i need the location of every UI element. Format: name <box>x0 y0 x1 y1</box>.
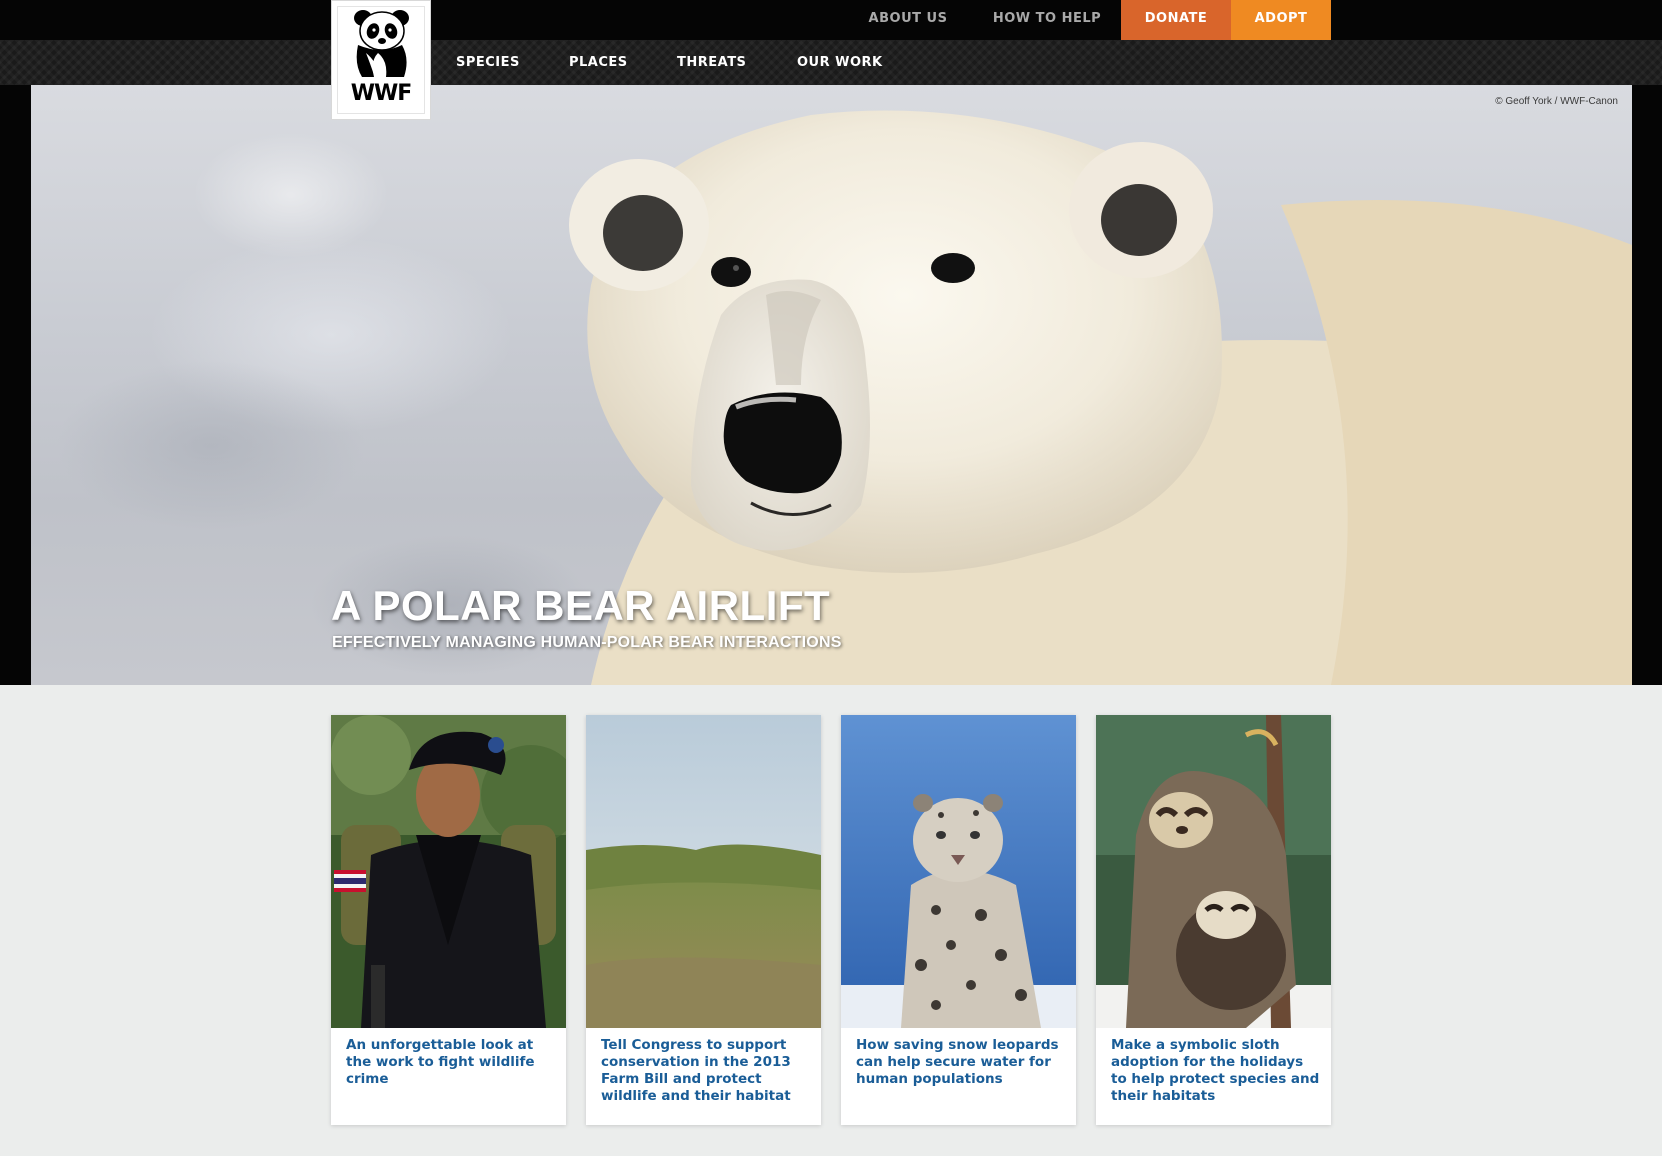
nav-how-to-help[interactable]: HOW TO HELP <box>982 0 1112 40</box>
snow-leopard-image <box>841 715 1076 1028</box>
ranger-image <box>331 715 566 1028</box>
donate-button[interactable]: DONATE <box>1121 0 1231 40</box>
card-wildlife-crime[interactable]: An unforgettable look at the work to fig… <box>331 715 566 1125</box>
hero-subtitle[interactable]: EFFECTIVELY MANAGING HUMAN-POLAR BEAR IN… <box>332 634 842 652</box>
wwf-logo[interactable]: WWF <box>331 0 431 120</box>
logo-wordmark: WWF <box>350 81 413 106</box>
hero-banner[interactable]: © Geoff York / WWF-Canon A POLAR BEAR AI… <box>31 85 1632 685</box>
card-snow-leopards[interactable]: How saving snow leopards can help secure… <box>841 715 1076 1125</box>
card-sloth-adoption[interactable]: Make a symbolic sloth adoption for the h… <box>1096 715 1331 1125</box>
nav-about-us[interactable]: ABOUT US <box>858 0 958 40</box>
photo-credit: © Geoff York / WWF-Canon <box>1495 96 1618 107</box>
feature-cards: An unforgettable look at the work to fig… <box>331 715 1331 1125</box>
panda-icon <box>354 10 409 77</box>
utility-bar: ABOUT US HOW TO HELP DONATE ADOPT <box>0 0 1662 40</box>
nav-threats[interactable]: THREATS <box>677 40 746 85</box>
adopt-button[interactable]: ADOPT <box>1231 0 1331 40</box>
nav-places[interactable]: PLACES <box>569 40 628 85</box>
card-text[interactable]: An unforgettable look at the work to fig… <box>346 1037 556 1088</box>
nav-our-work[interactable]: OUR WORK <box>797 40 883 85</box>
main-nav: SPECIES PLACES THREATS OUR WORK <box>0 40 1662 85</box>
hero-title[interactable]: A POLAR BEAR AIRLIFT <box>331 582 830 630</box>
grassland-image <box>586 715 821 1028</box>
polar-bear-image <box>569 110 1632 685</box>
card-farm-bill[interactable]: Tell Congress to support conservation in… <box>586 715 821 1125</box>
card-text[interactable]: Make a symbolic sloth adoption for the h… <box>1111 1037 1321 1105</box>
card-text[interactable]: How saving snow leopards can help secure… <box>856 1037 1066 1088</box>
card-text[interactable]: Tell Congress to support conservation in… <box>601 1037 811 1105</box>
sloth-image <box>1096 715 1331 1028</box>
nav-species[interactable]: SPECIES <box>456 40 520 85</box>
